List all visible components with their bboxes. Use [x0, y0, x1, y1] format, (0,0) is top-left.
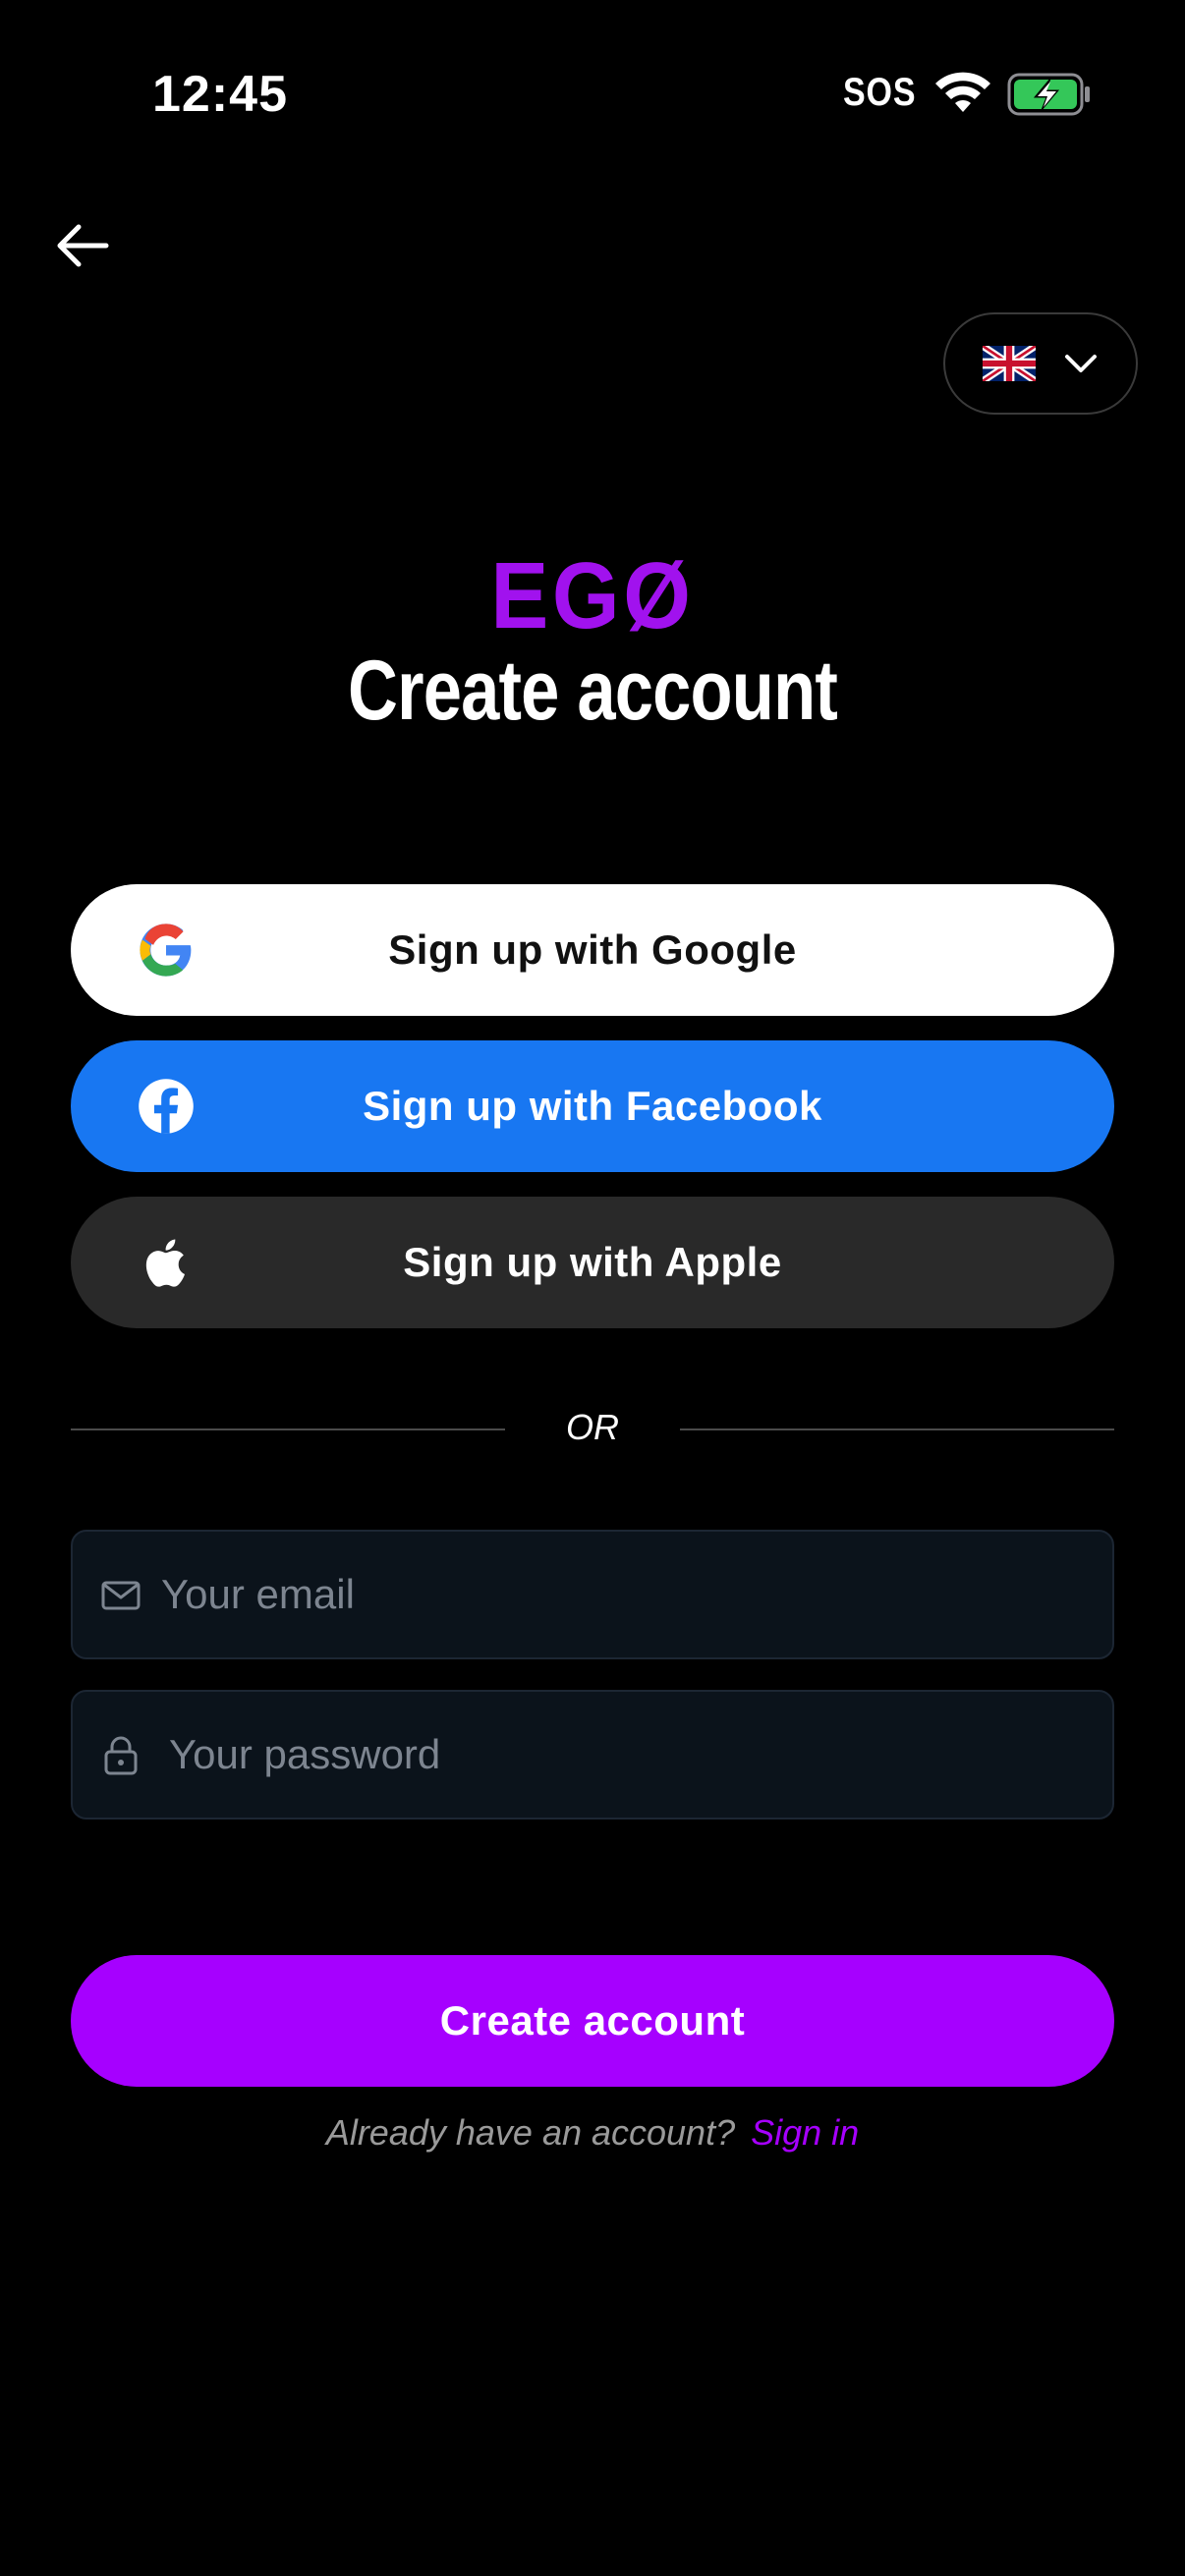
- language-selector[interactable]: [943, 312, 1138, 415]
- password-input[interactable]: [169, 1692, 1093, 1818]
- signin-row: Already have an account? Sign in: [0, 2112, 1185, 2154]
- uk-flag-icon: [983, 346, 1036, 381]
- divider-line-left: [71, 1428, 505, 1430]
- email-field-container: [71, 1530, 1114, 1659]
- email-input[interactable]: [161, 1532, 1085, 1657]
- back-arrow-icon: [57, 224, 109, 267]
- password-field-container: [71, 1690, 1114, 1820]
- divider-or: OR: [566, 1407, 619, 1447]
- page-title: Create account: [347, 644, 838, 738]
- battery-charging-icon: [1007, 73, 1090, 116]
- divider-line-right: [680, 1428, 1114, 1430]
- facebook-icon: [139, 1079, 194, 1134]
- facebook-signup-label: Sign up with Facebook: [363, 1083, 822, 1129]
- brand-logo: EGØ: [490, 543, 695, 648]
- back-button[interactable]: [51, 218, 114, 273]
- lock-icon: [104, 1736, 138, 1775]
- status-time: 12:45: [152, 66, 288, 123]
- apple-icon: [145, 1239, 185, 1287]
- create-account-button[interactable]: Create account: [71, 1955, 1114, 2087]
- apple-signup-label: Sign up with Apple: [403, 1239, 782, 1285]
- google-signup-button[interactable]: Sign up with Google: [71, 884, 1114, 1016]
- mail-icon: [101, 1581, 141, 1610]
- signin-prompt: Already have an account?: [325, 2112, 736, 2153]
- status-bar: 12:45 SOS: [0, 0, 1185, 157]
- google-signup-label: Sign up with Google: [388, 926, 797, 973]
- apple-signup-button[interactable]: Sign up with Apple: [71, 1197, 1114, 1328]
- facebook-signup-button[interactable]: Sign up with Facebook: [71, 1040, 1114, 1172]
- status-carrier: SOS: [843, 71, 917, 114]
- wifi-icon: [935, 72, 990, 112]
- google-icon: [140, 924, 192, 977]
- chevron-down-icon: [1065, 355, 1097, 372]
- signin-link[interactable]: Sign in: [751, 2112, 859, 2153]
